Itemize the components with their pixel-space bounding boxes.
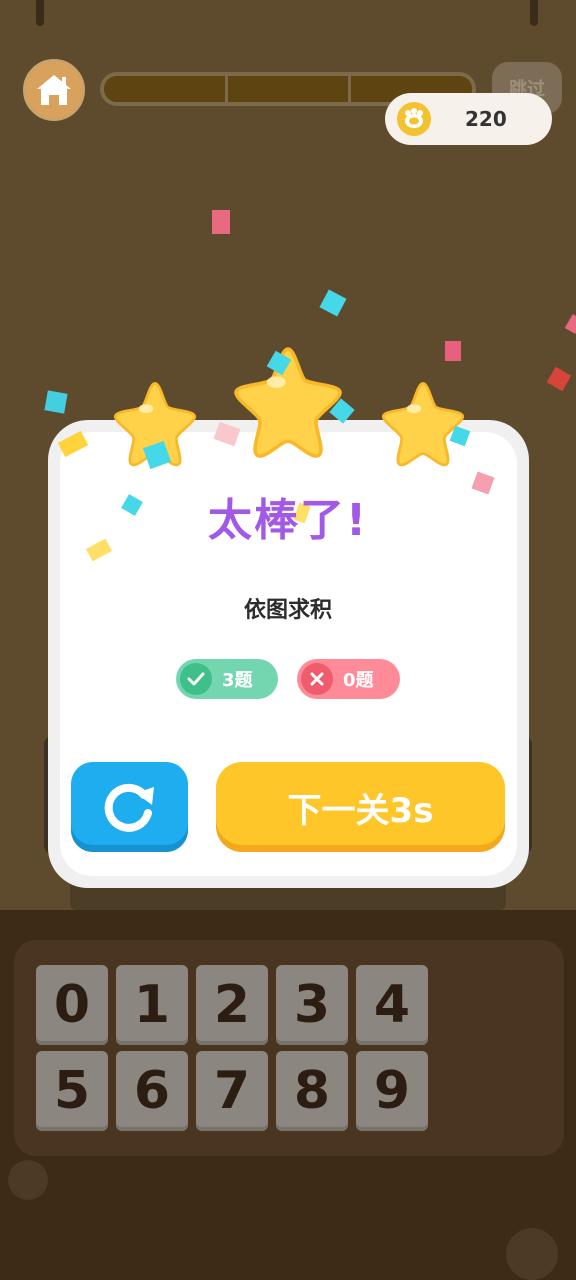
check-icon [180,663,212,695]
gear-icon [506,1228,558,1280]
home-button[interactable] [23,59,85,121]
gear-icon [8,1160,48,1200]
key-3[interactable]: 3 [276,965,348,1045]
correct-count: 3题 [222,670,253,691]
hanging-string [36,0,44,26]
progress-segment [104,76,228,102]
confetti-piece [445,341,461,361]
progress-segment [227,76,352,102]
key-1[interactable]: 1 [116,965,188,1045]
correct-count-badge: 3题 [176,659,278,699]
key-9[interactable]: 9 [356,1051,428,1131]
retry-icon [104,783,154,832]
confetti-piece [319,289,347,317]
wrong-count: 0题 [343,670,374,691]
coin-counter: 220 [385,93,552,145]
wrong-count-badge: 0题 [297,659,400,699]
key-2[interactable]: 2 [196,965,268,1045]
key-5[interactable]: 5 [36,1051,108,1131]
cross-icon [301,663,333,695]
confetti-piece [44,390,68,414]
confetti-piece [564,314,576,334]
key-4[interactable]: 4 [356,965,428,1045]
game-stage: 跳过 220 0 1 2 3 4 5 6 7 8 9 太棒了! 依图求积 3题 … [0,0,576,1280]
confetti-piece [546,366,572,392]
key-7[interactable]: 7 [196,1051,268,1131]
coin-icon [397,102,431,136]
key-0[interactable]: 0 [36,965,108,1045]
confetti-piece [212,210,230,234]
key-6[interactable]: 6 [116,1051,188,1131]
level-name: 依图求积 [243,598,332,623]
coin-count: 220 [465,107,507,131]
retry-button[interactable] [71,762,188,852]
hanging-string [530,0,538,26]
result-title: 太棒了! [207,495,369,546]
next-level-button[interactable]: 下一关3s [216,762,505,852]
star-icon [382,382,464,467]
home-icon [37,75,71,105]
key-8[interactable]: 8 [276,1051,348,1131]
